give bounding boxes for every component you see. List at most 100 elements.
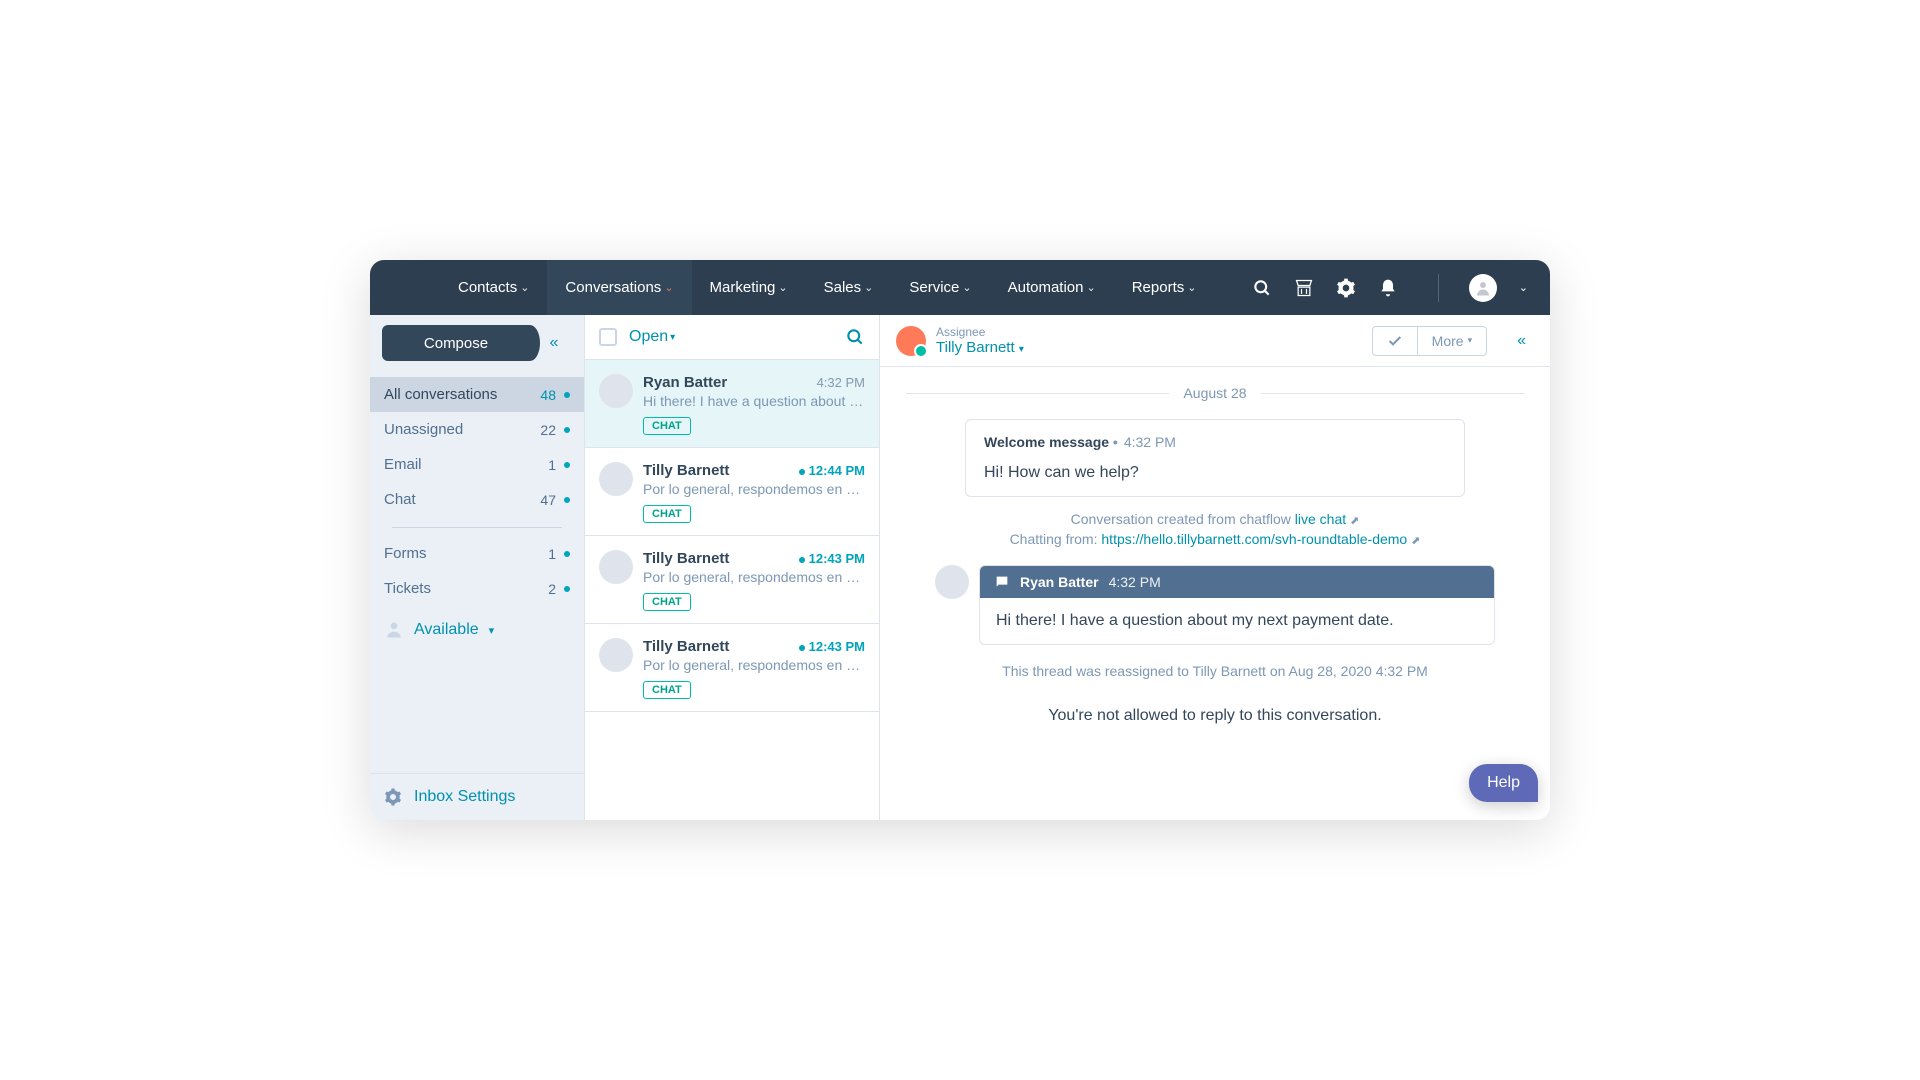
channel-badge: CHAT	[643, 505, 691, 523]
sidebar-item-count: 1	[548, 546, 556, 562]
convlist-header: Open▾	[585, 315, 879, 360]
resolve-button[interactable]	[1373, 327, 1417, 355]
unread-dot-icon	[564, 427, 570, 433]
thread-actions: More ▾	[1372, 326, 1487, 356]
sidebar-item-label: Forms	[384, 545, 540, 562]
avatar	[599, 550, 633, 584]
conversation-item[interactable]: Tilly Barnett 12:44 PM Por lo general, r…	[585, 448, 879, 536]
more-label: More	[1432, 333, 1464, 349]
assignee-section: Assignee Tilly Barnett ▾	[896, 325, 1024, 356]
search-icon[interactable]	[845, 327, 865, 347]
sidebar-item-all-conversations[interactable]: All conversations 48	[370, 377, 584, 412]
chevron-down-icon: ⌄	[520, 281, 529, 294]
nav-marketing[interactable]: Marketing⌄	[692, 260, 806, 315]
conversation-item[interactable]: Tilly Barnett 12:43 PM Por lo general, r…	[585, 536, 879, 624]
message-header: Ryan Batter 4:32 PM	[980, 566, 1494, 598]
nav-label: Service	[909, 279, 959, 296]
message-text: Hi there! I have a question about my nex…	[980, 598, 1494, 644]
sidebar-item-label: Chat	[384, 491, 532, 508]
welcome-title: Welcome message •4:32 PM	[984, 434, 1446, 450]
nav-sales[interactable]: Sales⌄	[806, 260, 892, 315]
unread-dot-icon	[799, 557, 805, 563]
unread-dot-icon	[564, 462, 570, 468]
reassignment-notice: This thread was reassigned to Tilly Barn…	[906, 663, 1524, 679]
welcome-time: 4:32 PM	[1124, 434, 1176, 450]
app-window: Contacts⌄ Conversations⌄ Marketing⌄ Sale…	[370, 260, 1550, 820]
channel-badge: CHAT	[643, 681, 691, 699]
collapse-details-button[interactable]: «	[1499, 332, 1534, 350]
sidebar-item-email[interactable]: Email 1	[370, 447, 584, 482]
status-label: Available	[414, 621, 479, 639]
chatting-from-link[interactable]: https://hello.tillybarnett.com/svh-round…	[1101, 531, 1407, 547]
contact-name: Tilly Barnett	[643, 462, 799, 479]
message-time: 4:32 PM	[1109, 574, 1161, 590]
user-avatar[interactable]	[1469, 274, 1497, 302]
date-label: August 28	[1183, 385, 1246, 401]
sidebar-item-label: Tickets	[384, 580, 540, 597]
nav-contacts[interactable]: Contacts⌄	[440, 260, 547, 315]
chevron-down-icon: ⌄	[778, 281, 787, 294]
message-preview: Por lo general, respondemos en u…	[643, 657, 865, 673]
sidebar-item-forms[interactable]: Forms 1	[370, 536, 584, 571]
sidebar-item-chat[interactable]: Chat 47	[370, 482, 584, 517]
gear-icon[interactable]	[1336, 278, 1356, 298]
nav-service[interactable]: Service⌄	[891, 260, 989, 315]
assignee-dropdown[interactable]: Tilly Barnett ▾	[936, 339, 1024, 356]
bell-icon[interactable]	[1378, 278, 1398, 298]
marketplace-icon[interactable]	[1294, 278, 1314, 298]
contact-name: Tilly Barnett	[643, 550, 799, 567]
welcome-text: Hi! How can we help?	[984, 464, 1446, 482]
chevron-down-icon: ▾	[670, 332, 675, 343]
nav-label: Conversations	[565, 279, 661, 296]
message-preview: Por lo general, respondemos en u…	[643, 481, 865, 497]
nav-label: Reports	[1132, 279, 1185, 296]
search-icon[interactable]	[1252, 278, 1272, 298]
chatflow-link[interactable]: live chat	[1295, 511, 1346, 527]
select-all-checkbox[interactable]	[599, 328, 617, 346]
nav-label: Marketing	[710, 279, 776, 296]
compose-label: Compose	[424, 335, 488, 352]
no-reply-notice: You're not allowed to reply to this conv…	[906, 707, 1524, 725]
filter-dropdown[interactable]: Open▾	[629, 328, 675, 346]
chevron-down-icon: ▾	[1468, 335, 1473, 346]
chevron-down-icon: ⌄	[1187, 281, 1196, 294]
sidebar-item-label: All conversations	[384, 386, 532, 403]
top-navigation: Contacts⌄ Conversations⌄ Marketing⌄ Sale…	[370, 260, 1550, 315]
nav-conversations[interactable]: Conversations⌄	[547, 260, 691, 315]
topnav-icons: ⌄	[1252, 274, 1528, 302]
conversation-time: 12:43 PM	[799, 551, 865, 566]
conversations: Ryan Batter 4:32 PM Hi there! I have a q…	[585, 360, 879, 712]
availability-status[interactable]: Available ▾	[370, 606, 584, 654]
chevron-down-icon[interactable]: ⌄	[1519, 281, 1528, 294]
message-preview: Por lo general, respondemos en u…	[643, 569, 865, 585]
conversation-time: 12:43 PM	[799, 639, 865, 654]
channel-badge: CHAT	[643, 593, 691, 611]
sidebar-item-label: Unassigned	[384, 421, 532, 438]
user-status-icon	[384, 620, 404, 640]
sidebar-item-unassigned[interactable]: Unassigned 22	[370, 412, 584, 447]
help-button[interactable]: Help	[1469, 764, 1538, 802]
external-link-icon: ⬈	[1411, 535, 1420, 547]
chevron-down-icon: ⌄	[864, 281, 873, 294]
conversation-item[interactable]: Ryan Batter 4:32 PM Hi there! I have a q…	[585, 360, 879, 448]
collapse-sidebar-button[interactable]: «	[536, 325, 572, 361]
assignee-label: Assignee	[936, 325, 1024, 339]
unread-dot-icon	[799, 645, 805, 651]
more-dropdown[interactable]: More ▾	[1417, 327, 1486, 355]
thread-header: Assignee Tilly Barnett ▾ More ▾ «	[880, 315, 1550, 367]
conversation-item[interactable]: Tilly Barnett 12:43 PM Por lo general, r…	[585, 624, 879, 712]
nav-automation[interactable]: Automation⌄	[990, 260, 1114, 315]
compose-button[interactable]: Compose	[382, 325, 530, 361]
chatting-from-meta: Chatting from: https://hello.tillybarnet…	[906, 531, 1524, 547]
sidebar-item-tickets[interactable]: Tickets 2	[370, 571, 584, 606]
nav-label: Sales	[824, 279, 862, 296]
sidebar-item-label: Email	[384, 456, 540, 473]
sidebar-item-count: 22	[540, 422, 556, 438]
unread-dot-icon	[564, 586, 570, 592]
sidebar-item-count: 47	[540, 492, 556, 508]
chevron-down-icon: ⌄	[962, 281, 971, 294]
nav-label: Automation	[1008, 279, 1084, 296]
nav-reports[interactable]: Reports⌄	[1114, 260, 1215, 315]
inbox-settings-link[interactable]: Inbox Settings	[370, 773, 584, 820]
channel-badge: CHAT	[643, 417, 691, 435]
